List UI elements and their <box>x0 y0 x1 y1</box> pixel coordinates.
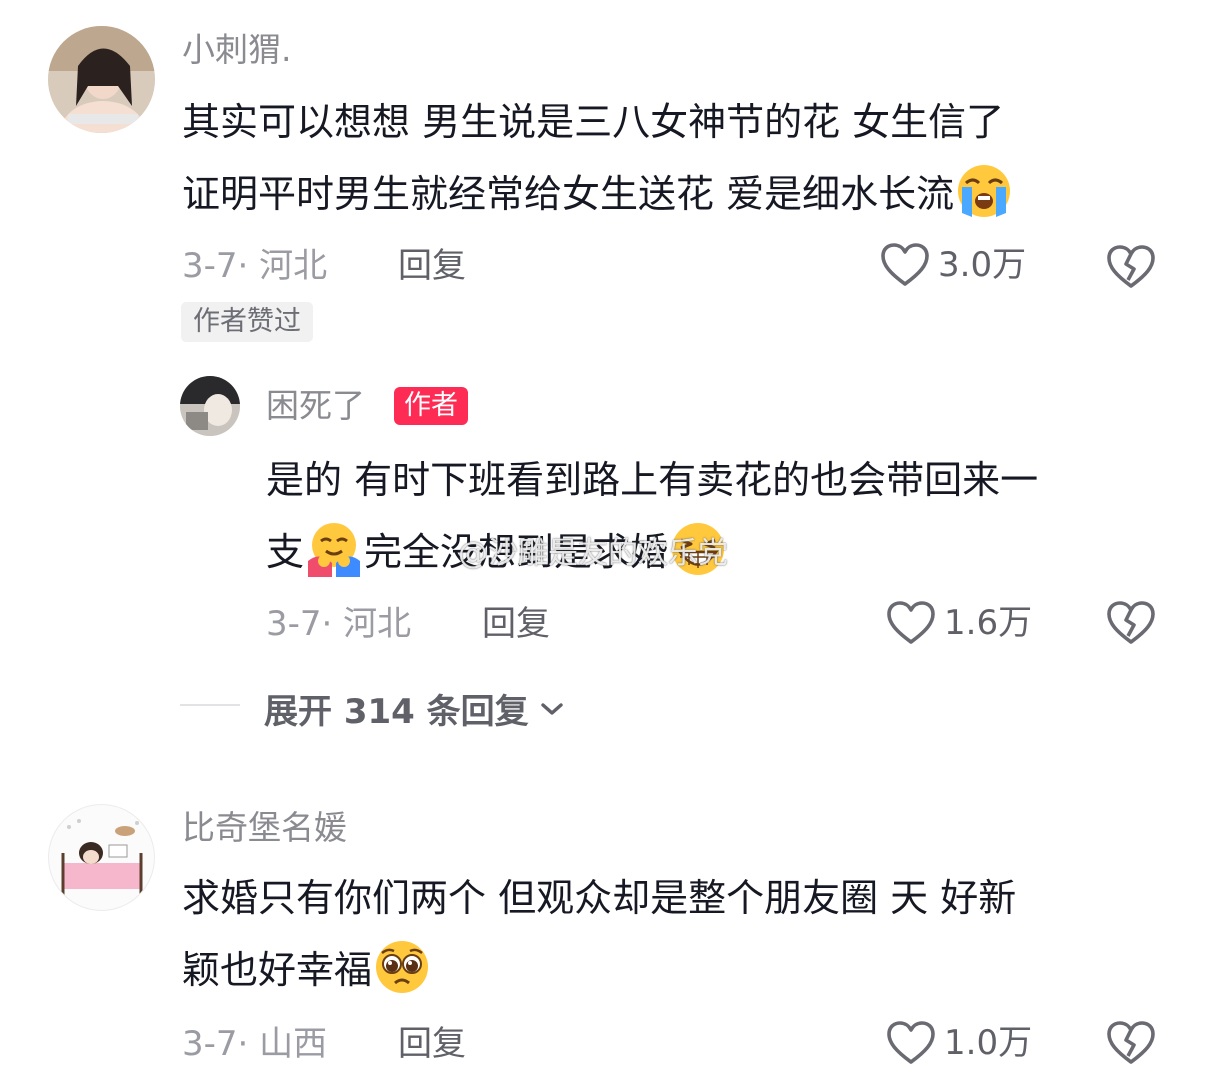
dislike-button[interactable] <box>1106 1020 1156 1070</box>
heart-outline-icon <box>887 1021 935 1064</box>
like-count: 1.0万 <box>944 1023 1033 1063</box>
comment-text-span: 颖也好幸福 <box>182 948 373 992</box>
comment-text-span: 证明平时男生就经常给女生送花 爱是细水长流 <box>182 172 955 216</box>
reply-button[interactable]: 回复 <box>482 604 550 644</box>
author-liked-badge: 作者赞过 <box>181 302 313 342</box>
reply-avatar[interactable] <box>180 376 240 436</box>
comment-text: 其实可以想想 男生说是三八女神节的花 女生信了 证明平时男生就经常给女生送花 爱… <box>182 86 1172 230</box>
comment-text: 求婚只有你们两个 但观众却是整个朋友圈 天 好新 颖也好幸福 <box>182 862 1172 1006</box>
comment-text-line: 求婚只有你们两个 但观众却是整个朋友圈 天 好新 <box>182 876 1017 920</box>
comment-date-location: 3-7· 山西 <box>182 1024 328 1064</box>
like-button[interactable]: 1.6万 <box>886 600 1032 646</box>
expand-replies-label: 展开 314 条回复 <box>264 692 529 732</box>
chevron-down-icon <box>540 702 563 715</box>
reply-text-span: 支 <box>266 530 305 574</box>
reply-username[interactable]: 困死了 <box>266 386 365 426</box>
heart-outline-icon <box>887 601 935 644</box>
comment-text-line: 其实可以想想 男生说是三八女神节的花 女生信了 <box>182 100 1005 144</box>
expand-divider <box>180 704 240 706</box>
comment-text-line: 证明平时男生就经常给女生送花 爱是细水长流 <box>182 158 1172 230</box>
comment-text-line: 颖也好幸福 <box>182 934 1172 1006</box>
reply-date-location: 3-7· 河北 <box>266 604 412 644</box>
avatar-photo-icon <box>48 26 155 133</box>
like-button[interactable]: 3.0万 <box>880 242 1026 288</box>
dislike-button[interactable] <box>1106 244 1156 294</box>
avatar[interactable] <box>48 26 155 133</box>
avatar[interactable] <box>48 804 155 911</box>
watermark: @沙雕是友的欢乐党 <box>458 536 728 571</box>
avatar-illustration-icon <box>49 805 154 910</box>
reply-text-line: 是的 有时下班看到路上有卖花的也会带回来一 <box>266 458 1039 502</box>
broken-heart-icon <box>1107 245 1155 288</box>
comment-username[interactable]: 比奇堡名媛 <box>182 808 347 848</box>
dislike-button[interactable] <box>1106 600 1156 650</box>
avatar-photo-icon <box>180 376 240 436</box>
heart-outline-icon <box>881 243 929 286</box>
hugging-face-icon <box>308 523 361 577</box>
like-count: 1.6万 <box>944 603 1033 643</box>
loudly-crying-face-icon <box>958 165 1011 217</box>
like-count: 3.0万 <box>938 245 1027 285</box>
reply-button[interactable]: 回复 <box>398 1024 466 1064</box>
broken-heart-icon <box>1107 601 1155 644</box>
comment-date-location: 3-7· 河北 <box>182 246 328 286</box>
pleading-face-icon <box>376 941 429 993</box>
comment-username[interactable]: 小刺猬. <box>182 30 292 70</box>
broken-heart-icon <box>1107 1021 1155 1064</box>
reply-button[interactable]: 回复 <box>398 246 466 286</box>
expand-replies-button[interactable]: 展开 314 条回复 <box>264 684 565 733</box>
like-button[interactable]: 1.0万 <box>886 1020 1032 1066</box>
author-tag: 作者 <box>394 387 468 425</box>
